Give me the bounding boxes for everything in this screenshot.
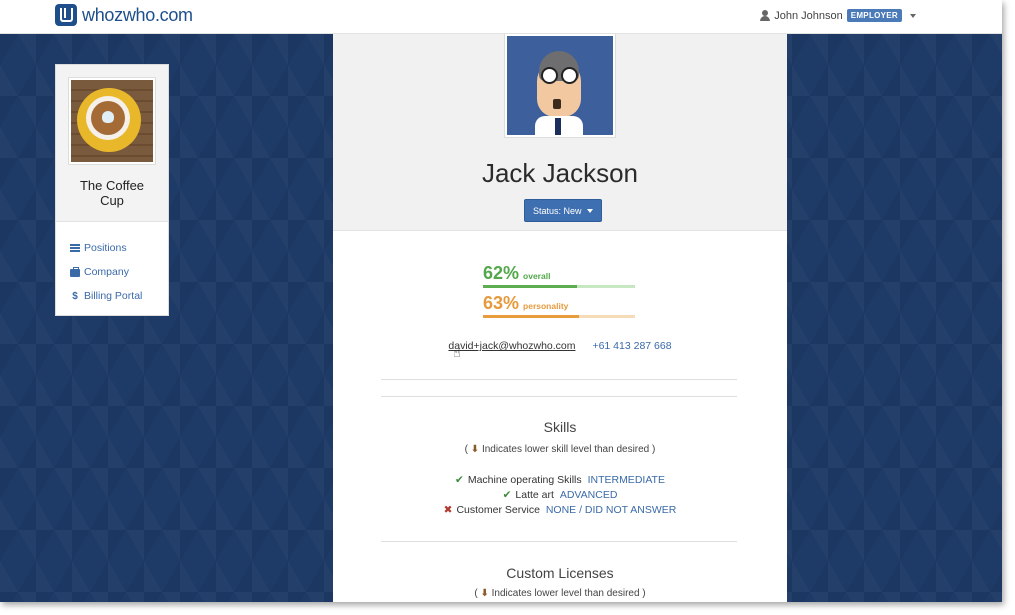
custom-licenses-title: Custom Licenses: [506, 565, 614, 581]
role-badge: EMPLOYER: [846, 9, 902, 22]
latte-heart-shape: [102, 111, 114, 123]
candidate-profile-panel: Jack Jackson Status: New 62% overall 63% p…: [333, 34, 787, 602]
user-name: John Johnson: [774, 9, 843, 22]
status-label: Status: New: [533, 205, 582, 216]
score-bar-fill: [483, 315, 579, 318]
skills-note-text: Indicates lower skill level than desired…: [481, 444, 656, 455]
licenses-note: ( ⬇ Indicates lower level than desired ): [333, 588, 787, 599]
candidate-avatar: [504, 34, 616, 138]
skill-level: ADVANCED: [559, 489, 618, 501]
close-icon: ✖: [443, 504, 453, 516]
chevron-down-icon: [586, 208, 593, 213]
top-navbar: whozwho.com John Johnson EMPLOYER: [0, 0, 1002, 34]
divider: [381, 541, 737, 542]
nav-item-billing-portal[interactable]: $ Billing Portal: [70, 284, 168, 308]
briefcase-icon: [70, 266, 80, 277]
list-item: ✔ Machine operating Skills INTERMEDIATE: [333, 473, 787, 488]
email-link[interactable]: david+jack@whozwho.com: [448, 340, 575, 352]
score-overall: 62% overall: [483, 263, 635, 293]
chevron-down-icon: [910, 13, 916, 18]
user-icon: [760, 10, 771, 21]
skills-list: ✔ Machine operating Skills INTERMEDIATE ✔…: [333, 473, 787, 518]
score-label: overall: [523, 271, 551, 281]
phone-number[interactable]: +61 413 287 668: [592, 340, 671, 352]
nav-item-positions[interactable]: Positions: [70, 236, 168, 260]
score-personality: 63% personality: [483, 293, 635, 323]
skills-note: ( ⬇ Indicates lower skill level than des…: [333, 444, 787, 455]
company-card: The Coffee Cup Positions Company $ Billi…: [55, 64, 169, 316]
skills-title: Skills: [543, 419, 577, 435]
licenses-note-text: Indicates lower level than desired ): [491, 588, 646, 599]
logo-link[interactable]: whozwho.com: [55, 4, 193, 26]
nav-item-label: Positions: [84, 242, 127, 254]
skill-level: INTERMEDIATE: [587, 474, 665, 486]
company-name: The Coffee Cup: [79, 178, 145, 208]
skill-level: NONE / DID NOT ANSWER: [545, 504, 677, 516]
candidate-name: Jack Jackson: [481, 158, 639, 188]
logo-icon: [55, 4, 77, 26]
score-value: 63%: [483, 293, 520, 313]
nav-item-label: Company: [84, 266, 129, 278]
nav-item-label: Billing Portal: [84, 290, 143, 302]
note-open-paren: (: [464, 444, 468, 455]
status-dropdown-button[interactable]: Status: New: [524, 199, 602, 222]
company-header: The Coffee Cup: [56, 65, 168, 222]
avatar-eye-right: [561, 67, 578, 84]
contact-info: david+jack@whozwho.com +61 413 287 668: [333, 340, 787, 352]
score-bar: [483, 315, 635, 318]
avatar-tie: [555, 118, 561, 135]
check-icon: ✔: [455, 474, 464, 486]
list-icon: [70, 244, 80, 252]
divider: [381, 396, 737, 397]
logo-text: whozwho.com: [82, 4, 193, 25]
mouse-pointer-icon: ☝: [453, 345, 461, 360]
score-bar-fill: [483, 285, 578, 288]
score-value: 62%: [483, 263, 520, 283]
dollar-icon: $: [72, 290, 78, 302]
skill-name: Latte art: [515, 489, 554, 501]
arrow-down-icon: ⬇: [480, 588, 489, 599]
list-item: ✖ Customer Service NONE / DID NOT ANSWER: [333, 503, 787, 518]
skill-name: Machine operating Skills: [467, 474, 582, 486]
user-menu-dropdown[interactable]: John Johnson EMPLOYER: [760, 9, 916, 22]
score-summary: 62% overall 63% personality: [483, 263, 635, 323]
company-logo-image: [69, 78, 155, 164]
company-nav: Positions Company $ Billing Portal: [56, 222, 168, 308]
app-window: whozwho.com John Johnson EMPLOYER The Co…: [0, 0, 1002, 602]
profile-header: Jack Jackson Status: New: [333, 34, 787, 231]
nav-item-company[interactable]: Company: [70, 260, 168, 284]
avatar-mouth: [553, 99, 561, 109]
avatar-illustration: [507, 36, 613, 135]
check-icon: ✔: [502, 489, 512, 501]
list-item: ✔ Latte art ADVANCED: [333, 488, 787, 503]
divider: [381, 379, 737, 380]
score-label: personality: [523, 301, 569, 311]
note-open-paren: (: [474, 588, 478, 599]
score-bar: [483, 285, 635, 288]
avatar-eye-left: [541, 67, 558, 84]
skill-name: Customer Service: [456, 504, 540, 516]
arrow-down-icon: ⬇: [470, 444, 480, 455]
